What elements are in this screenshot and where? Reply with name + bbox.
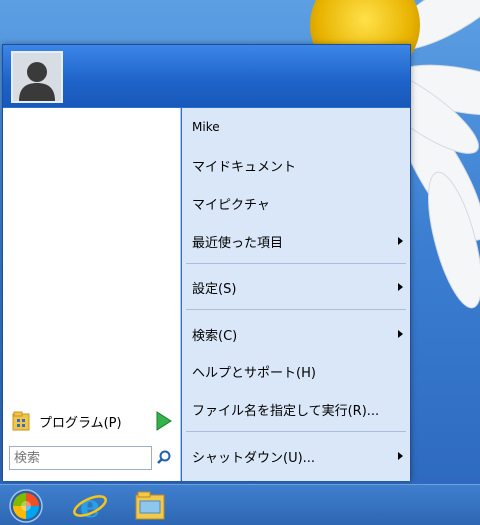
menu-item-help-support[interactable]: ヘルプとサポート(H): [182, 354, 410, 388]
submenu-arrow-icon: [398, 330, 403, 338]
start-orb-icon[interactable]: [6, 487, 46, 525]
menu-item-label: 最近使った項目: [192, 235, 284, 251]
green-play-icon[interactable]: [155, 410, 173, 432]
menu-item-label: ヘルプとサポート(H): [192, 365, 316, 381]
user-avatar[interactable]: [11, 51, 63, 103]
menu-item-label: 設定(S): [192, 281, 237, 297]
menu-item-label: 検索(C): [192, 328, 238, 344]
internet-explorer-icon[interactable]: e: [70, 487, 110, 525]
submenu-arrow-icon: [398, 452, 403, 460]
all-programs-label: プログラム(P): [39, 415, 122, 431]
pinned-programs-pane: プログラム(P): [3, 108, 181, 481]
all-programs-button[interactable]: プログラム(P): [3, 406, 181, 436]
start-menu: プログラム(P) Mike マイドキュメント マイピクチャ 最近使った項目 設定…: [2, 44, 411, 481]
separator: [186, 263, 406, 264]
separator: [186, 309, 406, 310]
taskbar: e: [0, 484, 480, 525]
menu-item-label: マイピクチャ: [192, 197, 270, 213]
menu-item-run[interactable]: ファイル名を指定して実行(R)...: [182, 392, 410, 426]
submenu-arrow-icon: [398, 237, 403, 245]
magnifier-icon[interactable]: [154, 448, 174, 468]
user-silhouette-icon: [13, 53, 61, 101]
menu-item-my-pictures[interactable]: マイピクチャ: [182, 186, 410, 220]
start-menu-places-pane: Mike マイドキュメント マイピクチャ 最近使った項目 設定(S) 検索(C)…: [182, 108, 410, 481]
menu-item-label: マイドキュメント: [192, 159, 297, 175]
menu-item-shutdown[interactable]: シャットダウン(U)...: [182, 439, 410, 473]
menu-item-label: ファイル名を指定して実行(R)...: [192, 403, 380, 419]
svg-text:e: e: [80, 487, 100, 525]
menu-item-label: シャットダウン(U)...: [192, 450, 316, 466]
start-menu-header: [3, 45, 410, 107]
menu-item-my-documents[interactable]: マイドキュメント: [182, 148, 410, 182]
programs-folder-icon: [12, 411, 30, 431]
menu-item-recent-items[interactable]: 最近使った項目: [182, 224, 410, 258]
file-explorer-icon[interactable]: [130, 487, 170, 525]
separator: [186, 431, 406, 432]
menu-item-settings[interactable]: 設定(S): [182, 270, 410, 304]
menu-item-label: Mike: [192, 120, 220, 134]
start-search-input[interactable]: [9, 446, 152, 470]
submenu-arrow-icon: [398, 283, 403, 291]
menu-item-user[interactable]: Mike: [182, 112, 410, 142]
menu-item-search[interactable]: 検索(C): [182, 317, 410, 351]
